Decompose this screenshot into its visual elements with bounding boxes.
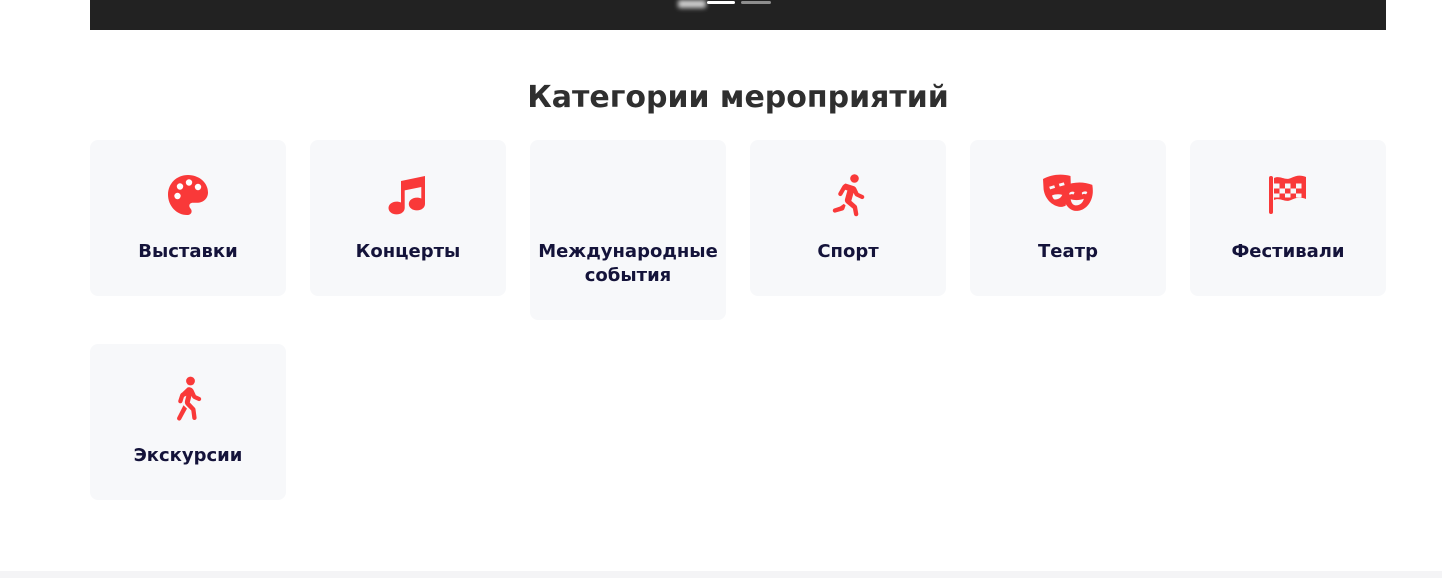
- category-card-exhibitions[interactable]: Выставки: [90, 140, 286, 296]
- footer-edge: [0, 571, 1442, 578]
- section-title: Категории мероприятий: [527, 80, 949, 115]
- checkered-flag-icon: [1190, 172, 1386, 218]
- category-card-concerts[interactable]: Концерты: [310, 140, 506, 296]
- running-person-icon: [750, 172, 946, 218]
- slider-dot-active[interactable]: [707, 1, 735, 4]
- slider-pagination: [678, 0, 772, 8]
- category-card-theater[interactable]: Театр: [970, 140, 1166, 296]
- walking-person-icon: [90, 376, 286, 422]
- slider-dot-inactive[interactable]: [741, 1, 771, 4]
- category-card-international-events[interactable]: Международные события: [530, 140, 726, 320]
- slider-dot-blurred[interactable]: [678, 0, 706, 8]
- music-note-icon: [310, 172, 506, 218]
- category-label: Концерты: [355, 241, 461, 262]
- category-label: Выставки: [138, 241, 238, 262]
- category-label: Спорт: [817, 241, 879, 262]
- category-label: Международные события: [538, 241, 718, 286]
- category-card-sport[interactable]: Спорт: [750, 140, 946, 296]
- category-label: Фестивали: [1231, 241, 1345, 262]
- theater-masks-icon: [970, 172, 1166, 218]
- category-card-excursions[interactable]: Экскурсии: [90, 344, 286, 500]
- category-card-festivals[interactable]: Фестивали: [1190, 140, 1386, 296]
- category-label: Театр: [1038, 241, 1098, 262]
- category-label: Экскурсии: [133, 445, 243, 466]
- palette-icon: [90, 172, 286, 218]
